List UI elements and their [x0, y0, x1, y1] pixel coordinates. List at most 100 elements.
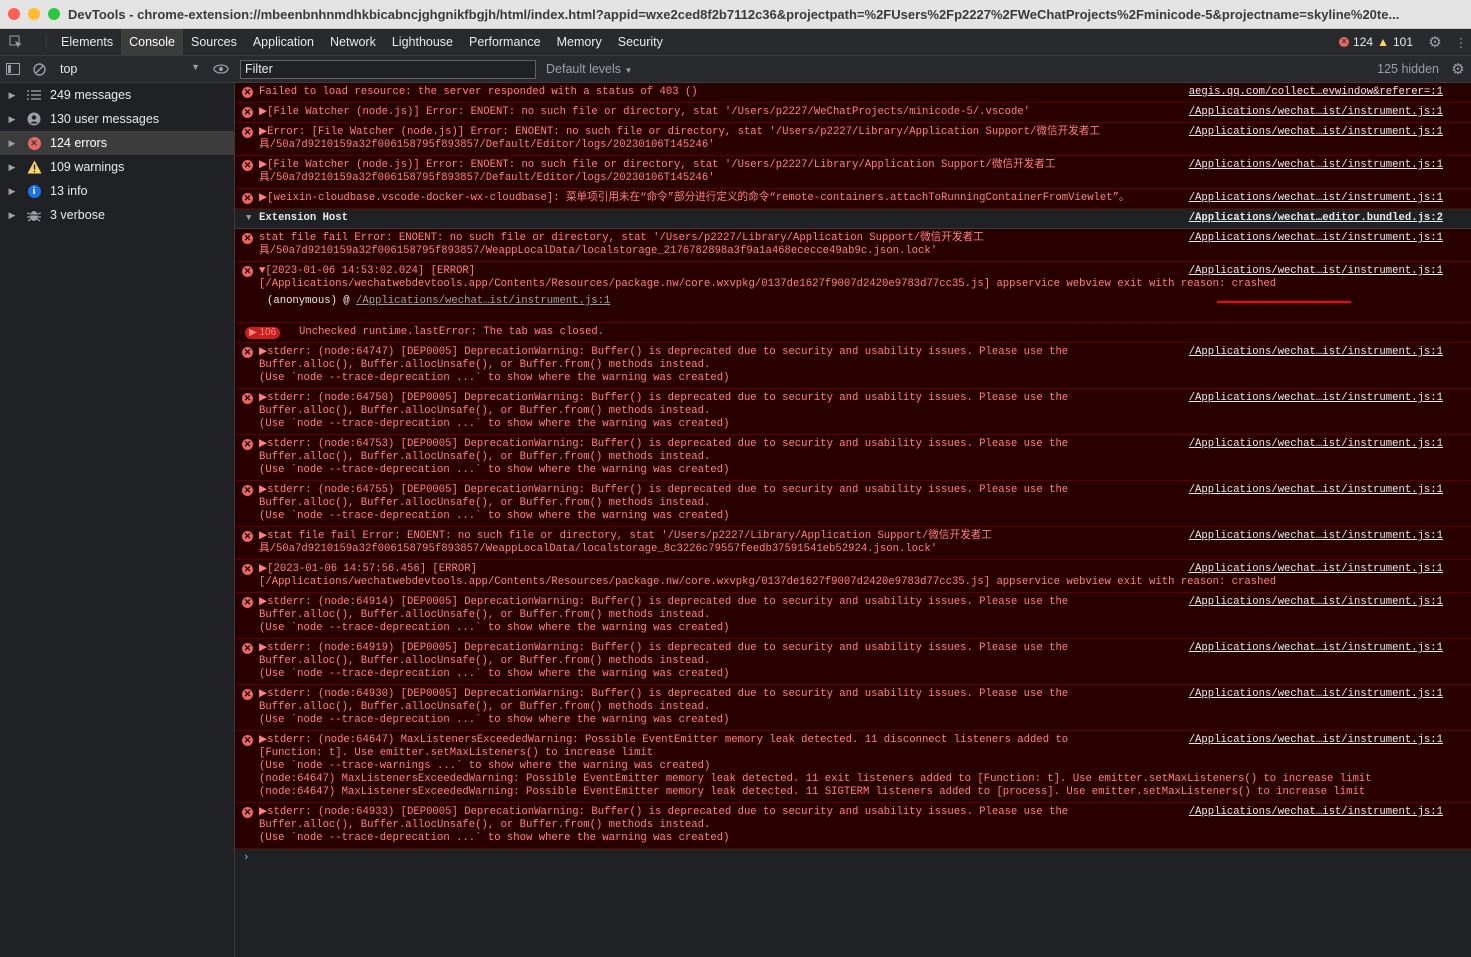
sidebar-item-info[interactable]: ▶ i 13 info — [0, 179, 234, 203]
context-selector[interactable]: top ▼ — [52, 62, 200, 76]
prompt-chevron-icon: › — [243, 852, 250, 864]
sidebar-item-label: 13 info — [50, 184, 88, 198]
console-messages: ✕ Failed to load resource: the server res… — [235, 83, 1471, 957]
console-error-message[interactable]: ✕ ▶stderr: (node:64755) [DEP0005] Depreca… — [235, 481, 1471, 527]
console-error-message[interactable]: ✕ ▶stderr: (node:64750) [DEP0005] Depreca… — [235, 389, 1471, 435]
tab-security[interactable]: Security — [610, 29, 671, 55]
source-link[interactable]: /Applications/wechat…ist/instrument.js:1 — [1189, 265, 1443, 278]
tab-memory[interactable]: Memory — [549, 29, 610, 55]
error-icon: ✕ — [242, 107, 253, 118]
log-levels-dropdown[interactable]: Default levels ▼ — [546, 62, 632, 76]
close-window-button[interactable] — [8, 8, 20, 20]
expand-arrow-icon[interactable]: ▶ — [0, 186, 24, 197]
console-error-message[interactable]: ✕ ▶stderr: (node:64919) [DEP0005] Depreca… — [235, 639, 1471, 685]
console-error-message[interactable]: ✕ ▶stderr: (node:64914) [DEP0005] Depreca… — [235, 593, 1471, 639]
source-link[interactable]: aegis.qq.com/collect…evwindow&referer=:1 — [1189, 86, 1443, 99]
sidebar-item-label: 109 warnings — [50, 160, 125, 174]
source-link[interactable]: /Applications/wechat…ist/instrument.js:1 — [1189, 530, 1443, 543]
source-link[interactable]: /Applications/wechat…ist/instrument.js:1 — [1189, 346, 1443, 359]
sidebar-item-label: 130 user messages — [50, 112, 160, 126]
error-icon: ✕ — [242, 564, 253, 575]
message-text: ▶stderr: (node:64747) [DEP0005] Deprecat… — [259, 346, 1069, 384]
source-link[interactable]: /Applications/wechat…ist/instrument.js:1 — [1189, 806, 1443, 819]
console-error-message[interactable]: ✕ ▶Error: [File Watcher (node.js)] Error:… — [235, 123, 1471, 156]
console-error-message[interactable]: ✕ ▶stderr: (node:64753) [DEP0005] Depreca… — [235, 435, 1471, 481]
console-error-message[interactable]: ✕ ▶stderr: (node:64647) MaxListenersExcee… — [235, 731, 1471, 803]
more-menu-icon[interactable]: ⋮ — [1451, 35, 1471, 50]
message-text: ▶stderr: (node:64930) [DEP0005] Deprecat… — [259, 688, 1069, 726]
console-error-message[interactable]: ✕ ▶[2023-01-06 14:57:56.456] [ERROR] [/Ap… — [235, 560, 1471, 593]
error-icon: ✕ — [242, 266, 253, 277]
tab-console[interactable]: Console — [121, 29, 183, 55]
collapse-arrow-icon[interactable]: ▼ — [246, 212, 251, 225]
source-link[interactable]: /Applications/wechat…ist/instrument.js:1 — [1189, 106, 1443, 119]
window-controls — [0, 8, 68, 20]
message-text: ▶Error: [File Watcher (node.js)] Error: … — [259, 126, 1100, 151]
sidebar-item-warnings[interactable]: ▶ 109 warnings — [0, 155, 234, 179]
source-link[interactable]: /Applications/wechat…ist/instrument.js:1 — [1189, 734, 1443, 747]
source-link[interactable]: /Applications/wechat…ist/instrument.js:1 — [1189, 159, 1443, 172]
error-icon: ✕ — [242, 485, 253, 496]
repeat-count-badge: ▶ 106 — [245, 327, 281, 339]
console-error-message-expanded[interactable]: ✕ ▼[2023-01-06 14:53:02.024] [ERROR] [/Ap… — [235, 262, 1471, 323]
console-sidebar: ▶ 249 messages ▶ 130 user messages ▶ ✕ 1… — [0, 83, 235, 957]
error-icon: ✕ — [242, 127, 253, 138]
console-error-message[interactable]: ✕ ▶stderr: (node:64747) [DEP0005] Depreca… — [235, 343, 1471, 389]
gear-icon[interactable]: ⚙ — [1419, 33, 1451, 51]
console-repeated-error[interactable]: ▶ 106 Unchecked runtime.lastError: The ta… — [235, 323, 1471, 343]
sidebar-item-messages[interactable]: ▶ 249 messages — [0, 83, 234, 107]
console-error-message[interactable]: ✕ ▶stderr: (node:64933) [DEP0005] Depreca… — [235, 803, 1471, 849]
inspect-element-icon[interactable] — [0, 35, 32, 49]
console-error-message[interactable]: ✕ ▶stat file fail Error: ENOENT: no such … — [235, 527, 1471, 560]
console-error-message[interactable]: ✕ ▶[File Watcher (node.js)] Error: ENOENT… — [235, 103, 1471, 123]
filter-input[interactable]: Filter — [240, 59, 536, 79]
error-icon: ✕ — [242, 193, 253, 204]
minimize-window-button[interactable] — [28, 8, 40, 20]
tab-application[interactable]: Application — [245, 29, 322, 55]
source-link[interactable]: /Applications/wechat…ist/instrument.js:1 — [1189, 596, 1443, 609]
source-link[interactable]: /Applications/wechat…ist/instrument.js:1 — [1189, 392, 1443, 405]
message-text: ▶stderr: (node:64753) [DEP0005] Deprecat… — [259, 438, 1069, 476]
source-link[interactable]: /Applications/wechat…ist/instrument.js:1 — [1189, 438, 1443, 451]
expand-arrow-icon[interactable]: ▶ — [0, 90, 24, 101]
console-error-message[interactable]: ✕ ▶stderr: (node:64930) [DEP0005] Depreca… — [235, 685, 1471, 731]
expand-arrow-icon[interactable]: ▶ — [0, 114, 24, 125]
expand-arrow-icon[interactable]: ▶ — [0, 138, 24, 149]
stack-link[interactable]: /Applications/wechat…ist/instrument.js:1 — [356, 295, 610, 307]
source-link[interactable]: /Applications/wechat…ist/instrument.js:1 — [1189, 232, 1443, 245]
tab-performance[interactable]: Performance — [461, 29, 549, 55]
sidebar-item-user-messages[interactable]: ▶ 130 user messages — [0, 107, 234, 131]
tab-sources[interactable]: Sources — [183, 29, 245, 55]
sidebar-item-verbose[interactable]: ▶ 3 verbose — [0, 203, 234, 227]
source-link[interactable]: /Applications/wechat…ist/instrument.js:1 — [1189, 642, 1443, 655]
clear-console-icon[interactable] — [26, 62, 52, 76]
console-prompt[interactable]: › — [235, 849, 1471, 867]
sidebar-item-errors[interactable]: ▶ ✕ 124 errors — [0, 131, 234, 155]
source-link[interactable]: /Applications/wechat…ist/instrument.js:1 — [1189, 563, 1443, 576]
expand-arrow-icon[interactable]: ▶ — [0, 210, 24, 221]
source-link[interactable]: /Applications/wechat…editor.bundled.js:2 — [1189, 212, 1443, 225]
console-group-header[interactable]: ▼ Extension Host/Applications/wechat…edit… — [235, 209, 1471, 229]
eye-icon[interactable] — [208, 64, 234, 74]
tab-elements[interactable]: Elements — [53, 29, 121, 55]
tab-network[interactable]: Network — [322, 29, 384, 55]
console-error-message[interactable]: ✕ stat file fail Error: ENOENT: no such f… — [235, 229, 1471, 262]
expand-arrow-icon[interactable]: ▶ — [0, 162, 24, 173]
source-link[interactable]: /Applications/wechat…ist/instrument.js:1 — [1189, 484, 1443, 497]
console-error-message[interactable]: ✕ ▶[weixin-cloudbase.vscode-docker-wx-clo… — [235, 189, 1471, 209]
console-main: ▶ 249 messages ▶ 130 user messages ▶ ✕ 1… — [0, 83, 1471, 957]
console-error-message[interactable]: ✕ Failed to load resource: the server res… — [235, 83, 1471, 103]
tab-lighthouse[interactable]: Lighthouse — [384, 29, 461, 55]
source-link[interactable]: /Applications/wechat…ist/instrument.js:1 — [1189, 688, 1443, 701]
zoom-window-button[interactable] — [48, 8, 60, 20]
sidebar-toggle-icon[interactable] — [0, 63, 26, 75]
issue-counts[interactable]: ✕ 124 ▲ 101 — [1339, 35, 1413, 49]
source-link[interactable]: /Applications/wechat…ist/instrument.js:1 — [1189, 126, 1443, 139]
console-error-message[interactable]: ✕ ▶[File Watcher (node.js)] Error: ENOENT… — [235, 156, 1471, 189]
source-link[interactable]: /Applications/wechat…ist/instrument.js:1 — [1189, 192, 1443, 205]
error-count: 124 — [1353, 35, 1374, 49]
console-settings-gear-icon[interactable]: ⚙ — [1445, 60, 1471, 78]
error-icon: ✕ — [242, 531, 253, 542]
list-icon — [24, 87, 44, 103]
dropdown-arrow-icon: ▼ — [191, 62, 200, 72]
